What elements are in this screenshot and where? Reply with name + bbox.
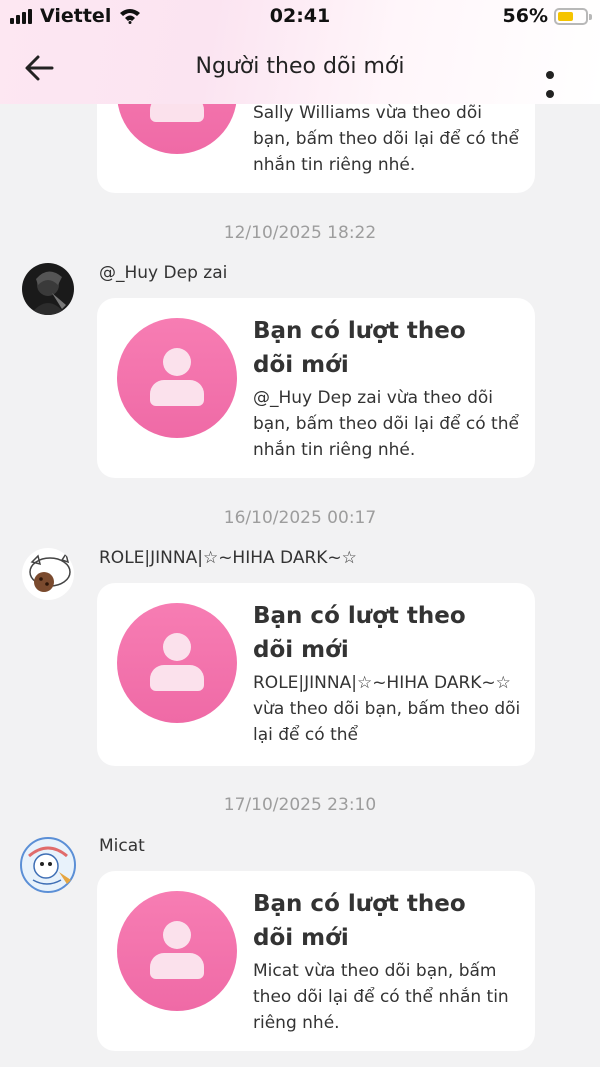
more-dots-icon[interactable] [546,64,572,98]
header: Viettel 02:41 56% Người theo dõi mới [0,0,600,104]
nav-bar: Người theo dõi mới [0,34,600,102]
screen: Sally Williams vừa theo dõi bạn, bấm the… [0,0,600,1067]
notification-card[interactable]: Bạn có lượt theo dõi mới @_Huy Dep zai v… [97,298,535,478]
status-bar: Viettel 02:41 56% [0,0,600,34]
sender-name: @_Huy Dep zai [99,263,228,283]
notification-title: Bạn có lượt theo dõi mới [253,603,466,663]
message-timestamp: 12/10/2025 18:22 [223,223,377,243]
sender-name: ROLE|JINNA|☆~HIHA DARK~☆ [99,548,357,568]
user-placeholder-icon [117,603,237,723]
sender-avatar[interactable] [19,836,77,894]
notification-text: Sally Williams vừa theo dõi bạn, bấm the… [253,103,519,175]
sender-avatar[interactable] [22,548,74,600]
message-timestamp: 16/10/2025 00:17 [223,508,377,528]
battery-icon [554,7,592,25]
message-timestamp: 17/10/2025 23:10 [223,795,377,815]
notification-text: @_Huy Dep zai vừa theo dõi bạn, bấm theo… [253,388,519,460]
notification-text: Micat vừa theo dõi bạn, bấm theo dõi lại… [253,961,509,1033]
notification-title: Bạn có lượt theo dõi mới [253,318,466,378]
user-placeholder-icon [117,891,237,1011]
notification-text: ROLE|JINNA|☆~HIHA DARK~☆ vừa theo dõi bạ… [253,673,521,745]
sender-name: Micat [99,836,145,856]
battery-percent: 56% [502,5,548,27]
notification-card[interactable]: Bạn có lượt theo dõi mới Micat vừa theo … [97,871,535,1051]
user-placeholder-icon [117,318,237,438]
notification-title: Bạn có lượt theo dõi mới [253,891,466,951]
page-title: Người theo dõi mới [195,54,405,79]
notification-card[interactable]: Bạn có lượt theo dõi mới ROLE|JINNA|☆~HI… [97,583,535,766]
sender-avatar[interactable] [22,263,74,315]
